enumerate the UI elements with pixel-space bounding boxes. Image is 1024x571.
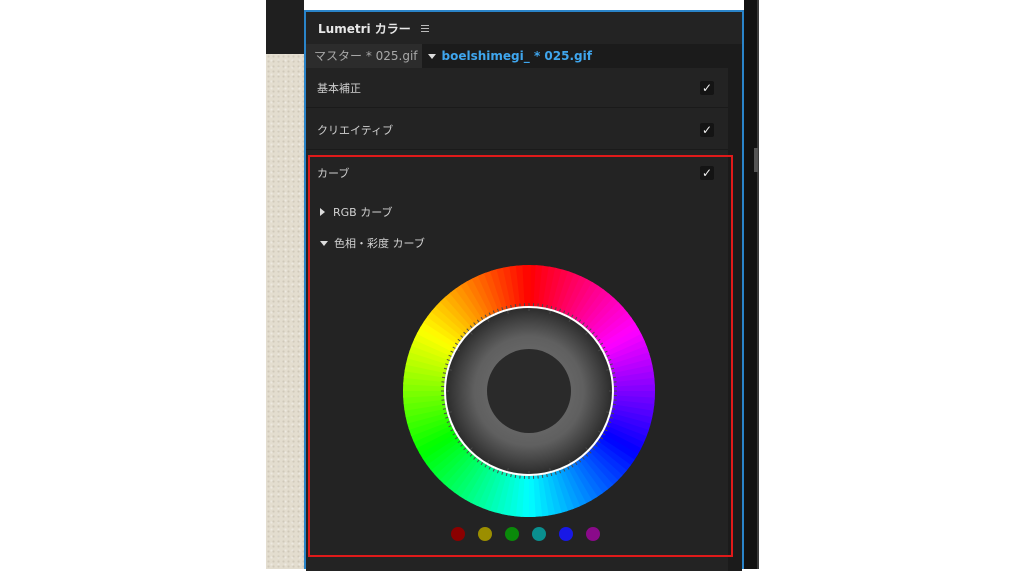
hue-swatch-row [451, 527, 600, 541]
swatch-green[interactable] [505, 527, 519, 541]
adjacent-panel-header [266, 0, 304, 54]
swatch-red[interactable] [451, 527, 465, 541]
wheel-center [487, 349, 571, 433]
adjacent-panel-right [744, 0, 757, 569]
panel-header: Lumetri カラー [306, 12, 742, 44]
section-basic-correction[interactable]: 基本補正 ✓ [306, 68, 728, 108]
sequence-clip-tab[interactable]: boelshimegi_ * 025.gif [442, 49, 592, 63]
checkmark-icon[interactable]: ✓ [700, 166, 714, 180]
panel-divider [757, 0, 759, 569]
triangle-down-icon [320, 241, 328, 246]
program-monitor-preview [266, 54, 304, 569]
triangle-down-icon[interactable] [428, 54, 436, 59]
section-curves[interactable]: カーブ ✓ [306, 153, 728, 193]
master-clip-tab[interactable]: マスター * 025.gif [306, 44, 422, 68]
swatch-magenta[interactable] [586, 527, 600, 541]
swatch-cyan[interactable] [532, 527, 546, 541]
section-creative[interactable]: クリエイティブ ✓ [306, 110, 728, 150]
lumetri-color-panel: Lumetri カラー マスター * 025.gif boelshimegi_ … [304, 10, 744, 569]
hue-sat-curve-label: 色相・彩度 カーブ [334, 235, 425, 251]
hue-sat-curve-toggle[interactable]: 色相・彩度 カーブ [320, 234, 425, 252]
clip-selector: マスター * 025.gif boelshimegi_ * 025.gif [306, 44, 742, 68]
scrollbar[interactable] [728, 68, 742, 571]
swatch-yellow[interactable] [478, 527, 492, 541]
swatch-blue[interactable] [559, 527, 573, 541]
section-label: 基本補正 [317, 80, 700, 96]
panel-title[interactable]: Lumetri カラー [318, 20, 411, 37]
section-label: クリエイティブ [317, 122, 700, 138]
rgb-curve-label: RGB カーブ [333, 204, 393, 220]
hamburger-icon[interactable] [421, 25, 429, 32]
checkmark-icon[interactable]: ✓ [700, 81, 714, 95]
hue-wheel-graphic[interactable] [403, 265, 655, 517]
checkmark-icon[interactable]: ✓ [700, 123, 714, 137]
triangle-right-icon [320, 208, 325, 216]
section-label: カーブ [317, 165, 700, 181]
divider-handle[interactable] [754, 148, 758, 172]
rgb-curve-toggle[interactable]: RGB カーブ [320, 203, 393, 221]
next-section [306, 561, 728, 571]
hue-saturation-wheel[interactable] [403, 265, 655, 517]
